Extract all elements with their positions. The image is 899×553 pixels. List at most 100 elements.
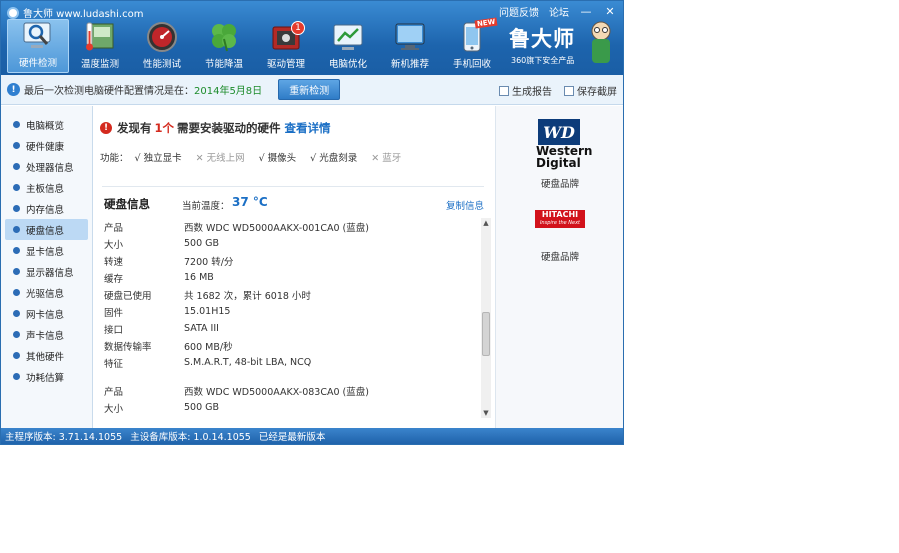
tool-new-pc[interactable]: 新机推荐: [379, 19, 441, 73]
tool-label: 性能测试: [142, 59, 181, 70]
report-icon: [499, 86, 509, 96]
disk-section-title: 硬盘信息: [104, 197, 150, 211]
bullet-icon: [13, 247, 20, 254]
row-value: S.M.A.R.T, 48-bit LBA, NCQ: [184, 357, 312, 368]
hitachi-caption: 硬盘品牌: [540, 252, 579, 263]
info-icon: !: [7, 83, 20, 96]
sidebar-item-label: 硬件健康: [26, 141, 65, 153]
close-button[interactable]: ✕: [603, 5, 617, 19]
row-value: SATA III: [184, 323, 219, 334]
new-tag: NEW: [474, 17, 498, 29]
tool-performance[interactable]: 性能测试: [131, 19, 193, 73]
generate-report-label: 生成报告: [512, 87, 552, 98]
sidebar-item-motherboard[interactable]: 主板信息: [1, 177, 92, 198]
tool-hardware-detect[interactable]: 硬件检测: [7, 19, 69, 73]
save-screenshot-button[interactable]: 保存截屏: [564, 83, 617, 98]
sidebar-item-label: 声卡信息: [26, 330, 65, 342]
brand-name: 鲁大师: [509, 26, 575, 51]
row-key: 大小: [104, 239, 124, 251]
main-version: 主程序版本: 3.71.14.1055: [5, 432, 123, 443]
tool-label: 驱动管理: [266, 59, 305, 70]
bullet-icon: [13, 205, 20, 212]
tool-driver-manage[interactable]: 1 驱动管理: [255, 19, 317, 73]
sidebar-item-monitor[interactable]: 显示器信息: [1, 261, 92, 282]
table-row: 转速 7200 转/分: [104, 252, 474, 269]
row-key: 接口: [104, 324, 124, 336]
minimize-button[interactable]: —: [579, 5, 593, 19]
alert-icon: !: [100, 122, 112, 134]
sidebar-item-memory[interactable]: 内存信息: [1, 198, 92, 219]
sidebar-item-disk[interactable]: 硬盘信息: [5, 219, 88, 240]
tool-optimize[interactable]: 电脑优化: [317, 19, 379, 73]
row-key: 缓存: [104, 273, 124, 285]
generate-report-button[interactable]: 生成报告: [499, 83, 552, 98]
app-window: 鲁大师 www.ludashi.com 问题反馈 论坛 — ✕ 硬件检测 温度监…: [0, 0, 624, 445]
row-value: 西数 WDC WD5000AAKX-001CA0 (蓝盘): [184, 222, 369, 234]
header: 鲁大师 www.ludashi.com 问题反馈 论坛 — ✕ 硬件检测 温度监…: [1, 1, 623, 75]
row-key: 固件: [104, 307, 124, 319]
row-key: 硬盘已使用: [104, 290, 152, 302]
feedback-link[interactable]: 问题反馈: [499, 4, 539, 19]
row-key: 大小: [104, 403, 124, 415]
last-scan-message: 最后一次检测电脑硬件配置情况是在：: [24, 86, 194, 97]
sidebar-item-optical[interactable]: 光驱信息: [1, 282, 92, 303]
sidebar-item-overview[interactable]: 电脑概览: [1, 114, 92, 135]
bullet-icon: [13, 373, 20, 380]
thermometer-icon: [83, 21, 117, 53]
sidebar-item-label: 显卡信息: [26, 246, 65, 258]
brand-panel: WD Western Digital 硬盘品牌 HITACHI Inspire …: [495, 106, 623, 428]
wd-brand-name: Western Digital: [536, 144, 593, 170]
wd-caption: 硬盘品牌: [540, 179, 579, 190]
feature-dedicated-gpu: √ 独立显卡: [134, 153, 182, 164]
divider: [102, 186, 484, 187]
sidebar-item-label: 其他硬件: [26, 351, 65, 363]
sidebar-item-sound[interactable]: 声卡信息: [1, 324, 92, 345]
db-version: 主设备库版本: 1.0.14.1055: [130, 432, 251, 443]
table-row: 产品 西数 WDC WD5000AAKX-083CA0 (蓝盘): [104, 382, 474, 399]
sidebar-item-label: 功耗估算: [26, 372, 65, 384]
row-key: 产品: [104, 386, 124, 398]
table-row: 大小 500 GB: [104, 235, 474, 252]
sidebar-item-health[interactable]: 硬件健康: [1, 135, 92, 156]
driver-alert-badge: 1: [291, 21, 305, 35]
forum-link[interactable]: 论坛: [549, 4, 569, 19]
app-title-text: 鲁大师 www.ludashi.com: [23, 9, 144, 20]
app-title: 鲁大师 www.ludashi.com: [7, 5, 143, 20]
sidebar-item-label: 电脑概览: [26, 120, 65, 132]
sidebar-item-label: 处理器信息: [26, 162, 74, 174]
sidebar: 电脑概览 硬件健康 处理器信息 主板信息 内存信息 硬盘信息 显卡信息 显示器信…: [1, 106, 93, 428]
alert-count: 1个: [154, 121, 175, 135]
hitachi-tagline: Inspire the Next: [539, 220, 581, 226]
bullet-icon: [13, 331, 20, 338]
table-row: 接口 SATA III: [104, 320, 474, 337]
scroll-down-icon[interactable]: ▼: [481, 408, 491, 418]
sidebar-item-label: 光驱信息: [26, 288, 65, 300]
scroll-thumb[interactable]: [482, 312, 490, 356]
sidebar-item-cpu[interactable]: 处理器信息: [1, 156, 92, 177]
table-row: 大小 500 GB: [104, 399, 474, 416]
row-value: 西数 WDC WD5000AAKX-083CA0 (蓝盘): [184, 386, 369, 398]
sidebar-item-power[interactable]: 功耗估算: [1, 366, 92, 387]
sidebar-item-network[interactable]: 网卡信息: [1, 303, 92, 324]
driver-alert: ! 发现有 1个 需要安装驱动的硬件 查看详情: [100, 120, 331, 136]
bullet-icon: [13, 226, 20, 233]
tool-label: 手机回收: [452, 59, 491, 70]
copy-info-link[interactable]: 复制信息: [446, 198, 484, 212]
top-links: 问题反馈 论坛 — ✕: [499, 4, 617, 19]
tool-temperature[interactable]: 温度监测: [69, 19, 131, 73]
tool-energy-saving[interactable]: 节能降温: [193, 19, 255, 73]
sidebar-item-other[interactable]: 其他硬件: [1, 345, 92, 366]
disk-scrollbar[interactable]: ▲ ▼: [481, 218, 491, 418]
rescan-button[interactable]: 重新检测: [278, 79, 341, 100]
tool-label: 温度监测: [80, 59, 119, 70]
view-details-link[interactable]: 查看详情: [285, 120, 331, 136]
sidebar-item-gpu[interactable]: 显卡信息: [1, 240, 92, 261]
sidebar-item-label: 显示器信息: [26, 267, 74, 279]
hitachi-logo: HITACHI Inspire the Next: [535, 210, 585, 228]
tool-phone-recycle[interactable]: NEW 手机回收: [441, 17, 503, 73]
disk-header: 硬盘信息 当前温度： 37 °C 复制信息: [104, 195, 484, 214]
sidebar-item-label: 网卡信息: [26, 309, 65, 321]
bullet-icon: [13, 121, 20, 128]
scroll-up-icon[interactable]: ▲: [481, 218, 491, 228]
sidebar-item-label: 内存信息: [26, 204, 65, 216]
